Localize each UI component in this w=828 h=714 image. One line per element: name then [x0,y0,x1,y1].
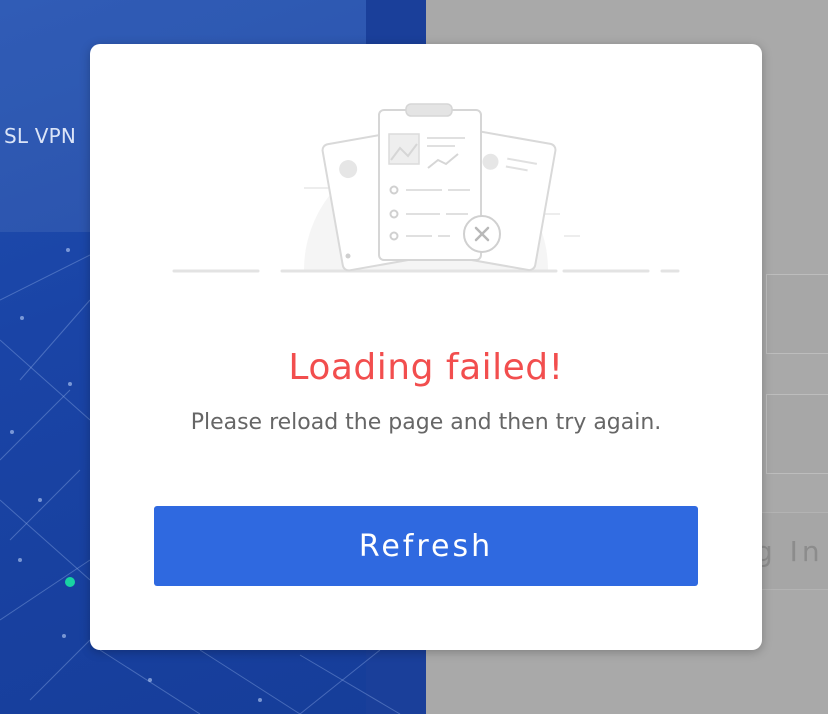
error-title: Loading failed! [288,347,564,388]
error-message: Please reload the page and then try agai… [190,410,662,435]
location-dot [65,577,75,587]
password-field[interactable] [766,394,828,474]
load-error-dialog: Loading failed! Please reload the page a… [90,44,762,650]
vpn-title-text: SL VPN [4,124,77,148]
document-load-error-illustration [172,103,680,273]
page: SL VPN g In Loading failed! Please reloa… [0,0,828,714]
username-field[interactable] [766,274,828,354]
refresh-button[interactable]: Refresh [154,506,698,586]
